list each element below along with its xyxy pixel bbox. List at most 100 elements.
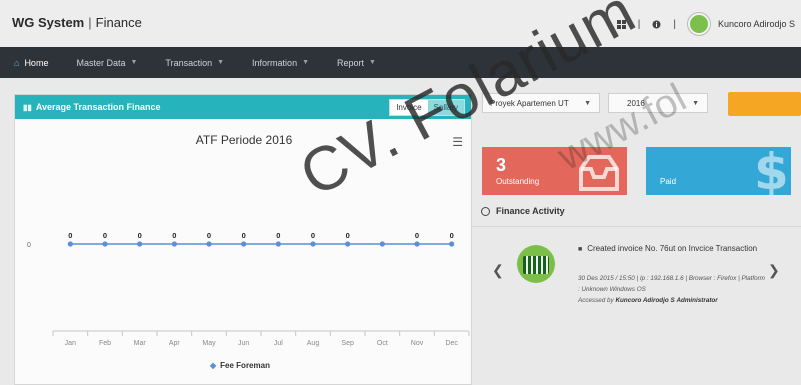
nav-report-label: Report [337, 57, 365, 68]
caret-down-icon: ▼ [369, 59, 376, 66]
nav-transaction-label: Transaction [165, 57, 213, 68]
data-point [102, 241, 108, 247]
y-tick-label: 0 [27, 242, 31, 249]
x-tick-label: Jan [65, 340, 76, 347]
module-name: Finance [95, 15, 142, 30]
user-name[interactable]: Kuncoro Adirodjo S [718, 19, 795, 29]
toggle-invoice[interactable]: Invoice [390, 99, 428, 115]
caret-down-icon: ▼ [217, 59, 225, 66]
main-navbar: ⌂ Home Master Data ▼ Transaction ▼ Infor… [0, 47, 801, 78]
data-label: 0 [207, 231, 211, 240]
avatar[interactable] [687, 13, 710, 35]
data-label: 0 [346, 231, 350, 240]
activity-message: ■ Created invoice No. 76ut on Invcice Tra… [578, 243, 758, 256]
x-tick-label: Dec [445, 340, 458, 347]
toggle-sallary[interactable]: Sallary [427, 99, 464, 115]
chart-type-toggle: Invoice Sallary [389, 98, 465, 116]
x-tick-label: Sep [341, 340, 354, 347]
finance-activity-title: Finance Activity [496, 206, 565, 216]
accessed-role: Administrator [676, 297, 718, 304]
x-tick-label: Jun [238, 340, 249, 347]
nav-transaction[interactable]: Transaction ▼ [151, 47, 238, 78]
nav-information-label: Information [252, 57, 298, 68]
activity-avatar [517, 245, 555, 283]
data-label: 0 [68, 231, 72, 240]
app-title: WG System | Finance [12, 15, 142, 30]
activity-accessed: Accessed by Kuncoro Adirodjo S Administr… [578, 295, 768, 306]
data-point [449, 241, 455, 247]
nav-information[interactable]: Information ▼ [238, 47, 323, 78]
data-label: 0 [415, 231, 419, 240]
data-label: 0 [311, 231, 315, 240]
data-label: 0 [450, 231, 454, 240]
caret-down-icon: ▼ [130, 59, 138, 66]
project-select-value: Proyek Apartemen UT [490, 98, 569, 108]
previous-arrow-icon[interactable]: ❮ [492, 262, 504, 279]
data-point [171, 241, 177, 247]
next-arrow-icon[interactable]: ❯ [768, 262, 780, 279]
data-point [345, 241, 351, 247]
nav-home[interactable]: ⌂ Home [0, 47, 62, 78]
top-header: WG System | Finance | | Kuncoro Adirodjo S [0, 0, 801, 47]
info-icon[interactable] [652, 20, 661, 29]
data-point [310, 241, 316, 247]
activity-meta: 30 Des 2015 / 15:50 | Ip : 192.168.1.6 |… [578, 273, 768, 306]
finance-activity-header: Finance Activity [481, 206, 565, 216]
divider [472, 226, 801, 227]
x-tick-label: Apr [169, 340, 181, 347]
data-label: 0 [172, 231, 176, 240]
panel-title-text: Average Transaction Finance [35, 102, 161, 112]
data-label: 0 [103, 231, 107, 240]
year-select[interactable]: 2016 ▼ [608, 93, 708, 113]
paid-card[interactable]: Paid $ [646, 147, 791, 195]
year-select-value: 2016 [627, 98, 645, 108]
user-menu[interactable]: Kuncoro Adirodjo S [687, 13, 795, 35]
nav-master-data-label: Master Data [76, 57, 126, 68]
data-point [414, 241, 420, 247]
activity-meta-text: 30 Des 2015 / 15:50 | Ip : 192.168.1.6 |… [578, 275, 765, 293]
dollar-icon: $ [754, 147, 789, 195]
panel-title: ▮▮ Average Transaction Finance [23, 102, 161, 112]
accessed-by: Kuncoro Adirodjo S [615, 297, 675, 304]
legend-marker-icon: ◆ [210, 361, 217, 370]
topbar-tools: | | Kuncoro Adirodjo S [611, 13, 801, 35]
x-tick-label: Aug [307, 340, 320, 347]
accessed-prefix: Accessed by [578, 297, 614, 304]
data-point [275, 241, 281, 247]
legend-label: Fee Foreman [220, 361, 270, 370]
home-icon: ⌂ [14, 57, 20, 68]
caret-down-icon: ▼ [692, 99, 699, 107]
x-tick-label: Feb [99, 340, 111, 347]
data-point [206, 241, 212, 247]
inbox-tray-icon [579, 155, 619, 191]
outstanding-card[interactable]: 3 Outstanding [482, 147, 627, 195]
x-tick-label: Jul [274, 340, 283, 347]
outstanding-label: Outstanding [496, 177, 540, 186]
title-separator: | [88, 15, 92, 30]
panel-header: ▮▮ Average Transaction Finance Invoice S… [15, 95, 471, 119]
project-select[interactable]: Proyek Apartemen UT ▼ [482, 93, 600, 113]
data-point [137, 241, 143, 247]
data-point [379, 241, 385, 247]
comment-icon: ■ [578, 246, 583, 253]
nav-report[interactable]: Report ▼ [323, 47, 390, 78]
caret-down-icon: ▼ [302, 59, 310, 66]
clock-icon [481, 206, 490, 216]
caret-down-icon: ▼ [584, 99, 591, 107]
filter-button[interactable] [728, 92, 801, 116]
data-point [67, 241, 73, 247]
data-label: 0 [138, 231, 142, 240]
average-transaction-panel: ▮▮ Average Transaction Finance Invoice S… [14, 94, 472, 385]
nav-home-label: Home [24, 57, 49, 68]
activity-message-text: Created invoice No. 76ut on Invcice Tran… [587, 244, 758, 253]
tool-divider: | [637, 18, 641, 30]
tool-divider: | [673, 18, 676, 30]
chart-legend[interactable]: ◆ Fee Foreman [210, 361, 270, 370]
data-label: 0 [242, 231, 246, 240]
x-tick-label: Mar [134, 340, 147, 347]
data-point [241, 241, 247, 247]
nav-master-data[interactable]: Master Data ▼ [62, 47, 151, 78]
x-tick-label: Nov [411, 340, 424, 347]
paid-label: Paid [660, 177, 677, 186]
grid-icon[interactable] [616, 19, 626, 29]
